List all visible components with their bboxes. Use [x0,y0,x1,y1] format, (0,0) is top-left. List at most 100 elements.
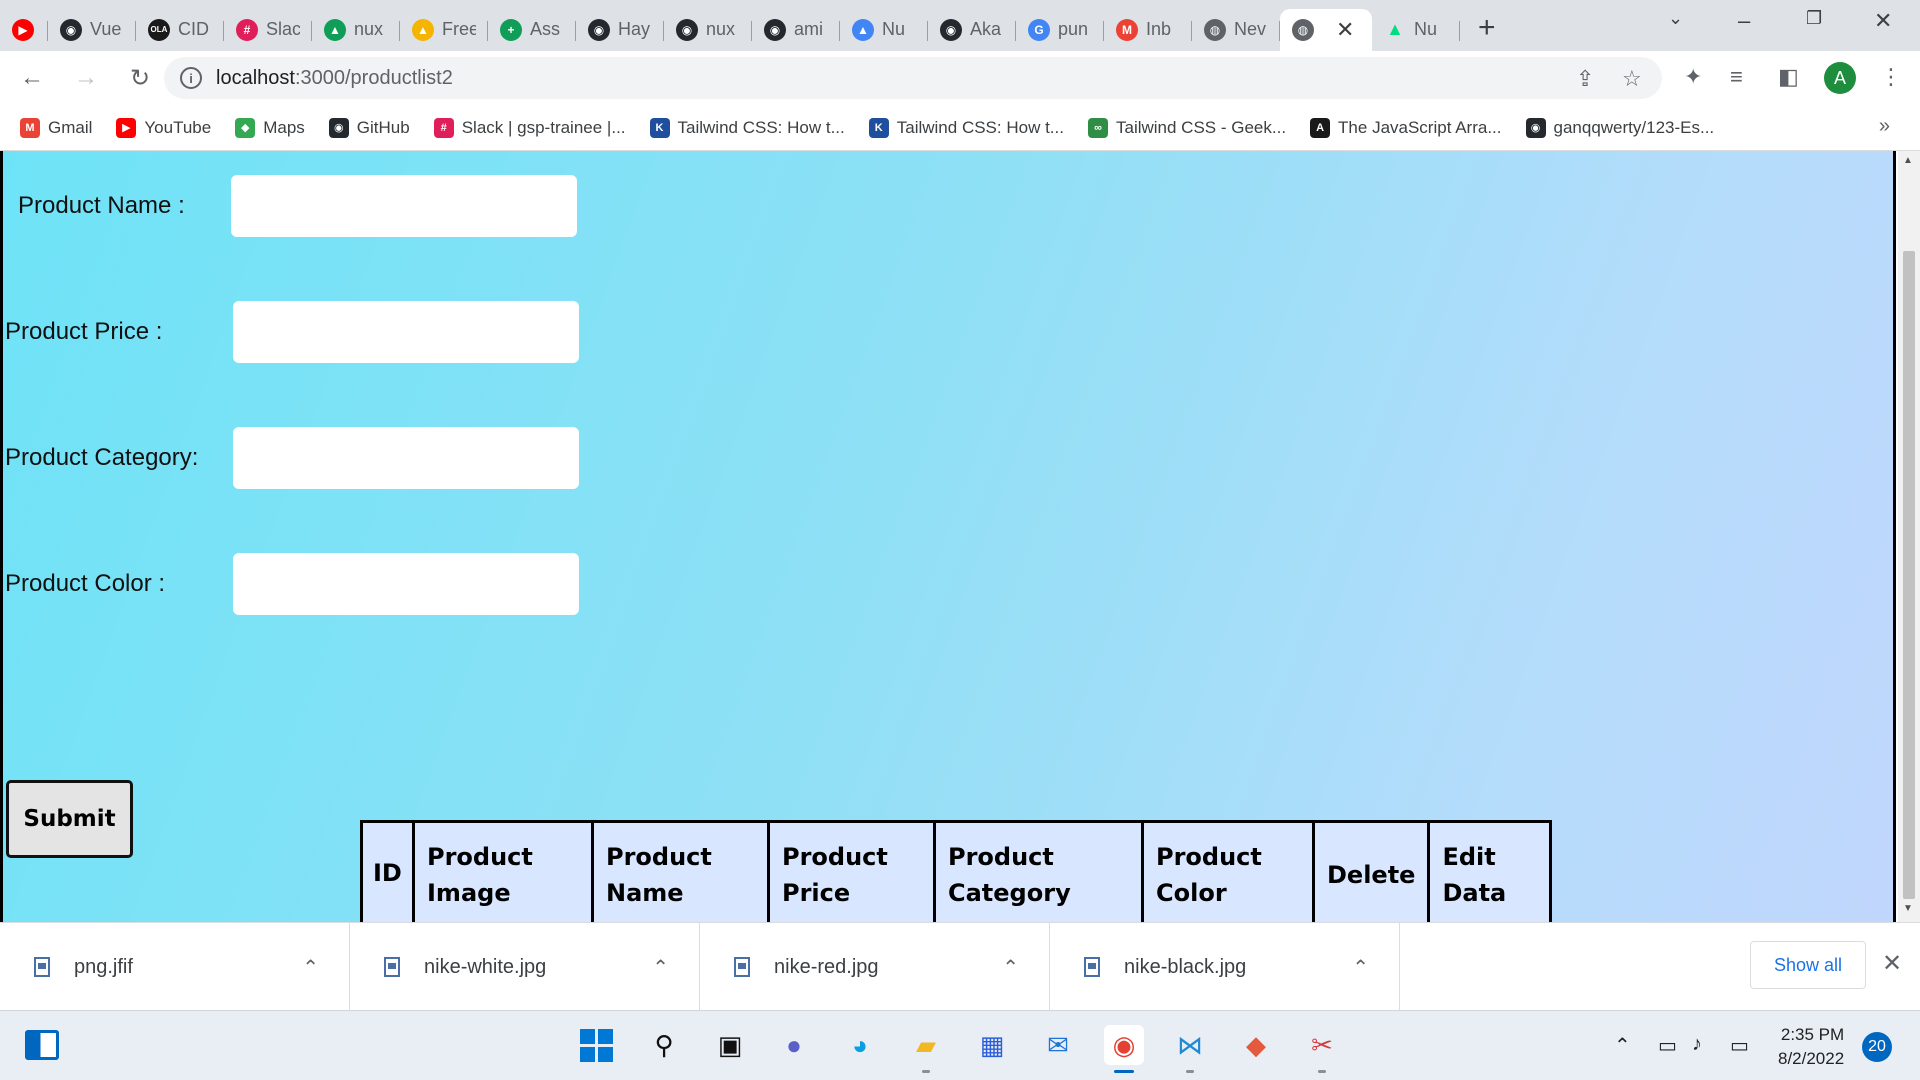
browser-tab[interactable]: ▲ Nu [840,9,928,51]
start-icon[interactable] [576,1025,616,1065]
scroll-down-icon[interactable]: ▼ [1903,903,1913,914]
reload-button[interactable]: ↻ [118,64,162,93]
browser-tab[interactable]: ▶ [0,9,48,51]
browser-tab[interactable]: M Inb [1104,9,1192,51]
media-control-icon[interactable]: ≡ [1730,64,1743,90]
address-bar[interactable]: i localhost:3000/productlist2 ⇪ ☆ [164,57,1662,99]
url-text[interactable]: localhost:3000/productlist2 [216,67,453,90]
tab-title: CID [178,19,209,39]
new-tab-button[interactable]: + [1478,11,1496,45]
browser-tab[interactable]: Gpun [1016,9,1104,51]
site-info-icon[interactable]: i [180,67,202,89]
product-price-label: Product Price : [5,318,163,345]
show-hidden-icons[interactable]: ⌃ [1614,1033,1631,1058]
browser-tab[interactable]: # Slac [224,9,312,51]
volume-icon[interactable]: ♪ [1692,1033,1702,1056]
mail-icon[interactable]: ✉ [1038,1025,1078,1065]
bookmark-item[interactable]: K Tailwind CSS: How t... [868,117,1064,138]
bookmark-label: Tailwind CSS - Geek... [1115,117,1287,137]
product-color-input[interactable] [233,553,579,615]
form-row-price: Product Price : [5,301,579,363]
share-icon[interactable]: ⇪ [1576,66,1594,92]
teams-chat-icon[interactable]: ● [774,1025,814,1065]
bookmark-item[interactable]: # Slack | gsp-trainee |... [433,117,626,138]
network-icon[interactable]: ▭ [1658,1033,1677,1058]
download-item[interactable]: png.jfif ⌃ [0,923,350,1011]
image-file-icon [734,957,750,977]
bookmark-item[interactable]: A The JavaScript Arra... [1310,117,1502,138]
notification-badge[interactable]: 20 [1862,1032,1892,1062]
download-item[interactable]: nike-black.jpg ⌃ [1050,923,1400,1011]
product-name-input[interactable] [231,175,577,237]
show-all-downloads-button[interactable]: Show all [1750,941,1866,989]
tab-search-icon[interactable]: ⌄ [1668,8,1683,29]
browser-tab[interactable]: ◉ nux [664,9,752,51]
github-icon: ◉ [676,18,698,41]
product-category-input[interactable] [233,427,579,489]
close-tab-icon[interactable]: ✕ [1336,17,1354,43]
task-view-icon[interactable]: ▣ [710,1025,750,1065]
bookmark-label: ganqqwerty/123-Es... [1553,117,1715,137]
bookmark-star-icon[interactable]: ☆ [1622,66,1642,92]
search-icon[interactable]: ⚲ [644,1025,684,1065]
scrollbar-thumb[interactable] [1903,251,1915,899]
bookmark-item[interactable]: ◉ ganqqwerty/123-Es... [1525,117,1715,138]
scroll-up-icon[interactable]: ▲ [1903,155,1913,166]
close-downloads-icon[interactable]: ✕ [1882,949,1902,978]
form-row-name: Product Name : [18,175,577,237]
bookmark-item[interactable]: ◆ Maps [235,117,305,138]
browser-tab[interactable]: ▲ nux [312,9,400,51]
forward-button[interactable]: → [64,64,108,92]
browser-tab[interactable]: + Ass [488,9,576,51]
vscode-icon[interactable]: ⋈ [1170,1025,1210,1073]
widgets-icon[interactable] [22,1025,62,1065]
tab-nuxt[interactable]: ▲ Nu [1372,9,1460,51]
bookmark-item[interactable]: ∞ Tailwind CSS - Geek... [1087,117,1287,138]
chevron-up-icon[interactable]: ⌃ [652,955,669,980]
chrome-icon[interactable]: ◉ [1104,1025,1144,1073]
bookmark-label: The JavaScript Arra... [1338,117,1502,137]
edge-icon[interactable]: ◕ [840,1025,880,1065]
browser-tab[interactable]: ◉ Aka [928,9,1016,51]
chevron-up-icon[interactable]: ⌃ [302,955,319,980]
store-icon[interactable]: ▦ [972,1025,1012,1065]
active-tab[interactable]: ◍ ✕ [1280,8,1372,51]
tab-title: pun [1058,19,1089,39]
browser-tab[interactable]: ▲ Free [400,9,488,51]
system-clock[interactable]: 2:35 PM 8/2/2022 [1778,1023,1844,1071]
file-explorer-icon[interactable]: ▰ [906,1025,946,1073]
snipping-tool-icon[interactable]: ✂ [1302,1025,1342,1073]
restore-button[interactable]: ❐ [1806,8,1822,29]
form-row-category: Product Category: [5,427,579,489]
browser-tab[interactable]: ◉ Vue [48,9,136,51]
extensions-icon[interactable]: ✦ [1684,64,1702,90]
page-scrollbar[interactable]: ▲ ▼ [1898,151,1920,922]
side-panel-icon[interactable]: ◧ [1778,64,1799,90]
battery-icon[interactable]: ▭ [1730,1033,1749,1058]
bookmark-item[interactable]: K Tailwind CSS: How t... [649,117,845,138]
product-price-input[interactable] [233,301,579,363]
chevron-up-icon[interactable]: ⌃ [1352,955,1369,980]
browser-tab[interactable]: OLA CID [136,9,224,51]
browser-tab[interactable]: ◍ Nev [1192,9,1280,51]
git-app-icon[interactable]: ◆ [1236,1025,1276,1065]
bookmark-label: YouTube [144,117,212,137]
profile-avatar[interactable]: A [1824,62,1856,94]
browser-tab[interactable]: ◉ Hay [576,9,664,51]
download-item[interactable]: nike-white.jpg ⌃ [350,923,700,1011]
bookmark-item[interactable]: M Gmail [20,117,92,138]
close-window-button[interactable]: ✕ [1874,8,1892,34]
minimize-button[interactable]: – [1738,8,1750,34]
bookmark-label: GitHub [356,117,410,137]
chevron-up-icon[interactable]: ⌃ [1002,955,1019,980]
bookmark-item[interactable]: ◉ GitHub [328,117,410,138]
more-bookmarks-icon[interactable]: » [1879,115,1890,138]
bookmark-item[interactable]: ▶ YouTube [116,117,212,138]
menu-kebab-icon[interactable]: ⋮ [1880,64,1902,90]
download-item[interactable]: nike-red.jpg ⌃ [700,923,1050,1011]
bookmark-label: Maps [263,117,305,137]
browser-tab[interactable]: ◉ ami [752,9,840,51]
submit-button[interactable]: Submit [6,780,133,858]
github-icon: ◉ [1525,117,1546,138]
back-button[interactable]: ← [10,64,54,92]
